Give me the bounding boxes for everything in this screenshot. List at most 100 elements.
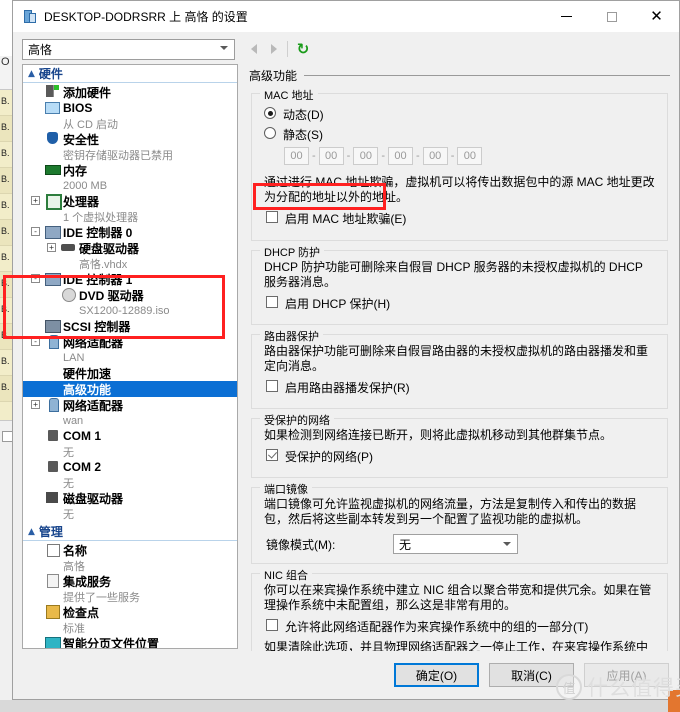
nic-teaming-label: 允许将此网络适配器作为来宾操作系统中的组的一部分(T) (285, 620, 589, 634)
tree-item-com-1[interactable]: COM 1 无 (23, 428, 237, 459)
tree-item-memory[interactable]: 内存 2000 MB (23, 162, 237, 193)
tree-section-management[interactable]: ▲ 管理 (23, 523, 237, 541)
mac-octet-4[interactable]: 00 (388, 147, 414, 165)
expander-toggle[interactable]: + (31, 196, 40, 205)
router-guard-group: 路由器保护 路由器保护功能可删除来自假冒路由器的未授权虚拟机的路由器播发和重定向… (251, 328, 668, 409)
expander-toggle[interactable]: + (31, 400, 40, 409)
expander-toggle[interactable]: - (31, 227, 40, 236)
tree-item-label: COM 1 (63, 429, 102, 443)
mac-dynamic-label: 动态(D) (283, 108, 324, 122)
chevron-up-icon: ▲ (28, 68, 35, 79)
tree-item-label: 硬件加速 (63, 366, 112, 381)
tree-item-hardware-acceleration[interactable]: 硬件加速 (23, 365, 237, 381)
group-title: 路由器保护 (260, 328, 323, 344)
tree-item-advanced-features[interactable]: 高级功能 (23, 381, 237, 397)
tree-item-dvd-drive[interactable]: DVD 驱动器 SX1200-12889.iso (23, 287, 237, 318)
back-button[interactable] (244, 38, 264, 60)
checkbox-icon (266, 619, 278, 631)
vm-selector-dropdown[interactable]: 高恪 (22, 38, 235, 60)
tree-item-ide-controller-0[interactable]: - IDE 控制器 0 (23, 224, 237, 240)
mac-static-radio[interactable]: 静态(S) (262, 126, 657, 143)
mac-octet-1[interactable]: 00 (284, 147, 309, 165)
mac-separator: - (416, 150, 420, 162)
mac-octet-2[interactable]: 00 (318, 147, 344, 165)
tree-item-hard-drive[interactable]: + 硬盘驱动器 高恪.vhdx (23, 240, 237, 271)
tree-item-sublabel: 无 (63, 446, 74, 459)
tree-item-integration-services[interactable]: 集成服务 提供了一些服务 (23, 573, 237, 604)
tree-item-sublabel: 密钥存储驱动器已禁用 (63, 149, 173, 162)
maximize-button[interactable] (589, 2, 634, 32)
tree-item-network-adapter-wan[interactable]: + 网络适配器 wan (23, 397, 237, 428)
protected-network-label: 受保护的网络(P) (285, 450, 373, 464)
mac-static-label: 静态(S) (283, 128, 323, 142)
expander-toggle[interactable]: - (31, 337, 40, 346)
tree-item-sublabel: 标准 (63, 622, 85, 635)
mac-separator: - (381, 150, 386, 162)
mac-separator: - (450, 150, 455, 162)
mac-octet-fields: 00 - 00 - 00 - 00 - 00 - 00 (284, 147, 657, 165)
close-icon[interactable]: ✕ (634, 2, 679, 32)
dhcp-guard-checkbox[interactable]: 启用 DHCP 保护(H) (262, 295, 657, 312)
tree-item-add-hardware[interactable]: 添加硬件 (23, 84, 237, 100)
nic-teaming-checkbox[interactable]: 允许将此网络适配器作为来宾操作系统中的组的一部分(T) (262, 618, 657, 635)
tree-item-processor[interactable]: + 处理器 1 个虚拟处理器 (23, 193, 237, 224)
title-rule (304, 75, 670, 76)
ok-button[interactable]: 确定(O) (394, 663, 479, 687)
tree-item-scsi-controller[interactable]: SCSI 控制器 (23, 318, 237, 334)
tree-item-label: IDE 控制器 0 (63, 225, 133, 240)
page-title: 高级功能 (249, 69, 298, 83)
tree-item-label: 网络适配器 (63, 398, 124, 413)
mac-spoofing-checkbox[interactable]: 启用 MAC 地址欺骗(E) (262, 210, 657, 227)
tree-item-sublabel: wan (63, 414, 84, 427)
mac-octet-6[interactable]: 00 (457, 147, 483, 165)
checkbox-icon (266, 380, 278, 392)
checkbox-icon (266, 449, 278, 461)
tree-item-label: BIOS (63, 101, 93, 115)
tree-item-sublabel: 无 (63, 477, 74, 490)
dhcp-guard-group: DHCP 防护 DHCP 防护功能可删除来自假冒 DHCP 服务器的未授权虚拟机… (251, 244, 668, 325)
window-title: DESKTOP-DODRSRR 上 高恪 的设置 (44, 10, 248, 24)
mac-dynamic-radio[interactable]: 动态(D) (262, 106, 657, 123)
mirroring-mode-dropdown[interactable]: 无 (393, 534, 518, 554)
mac-octet-5[interactable]: 00 (422, 147, 448, 165)
expander-toggle[interactable]: + (47, 243, 56, 252)
mac-octet-3[interactable]: 00 (353, 147, 379, 165)
tree-item-label: 智能分页文件位置 (63, 636, 160, 649)
tree-item-security[interactable]: 安全性 密钥存储驱动器已禁用 (23, 131, 237, 162)
chevron-down-icon (220, 45, 228, 50)
tree-item-label: 添加硬件 (63, 85, 112, 100)
tree-item-label: 网络适配器 (63, 335, 124, 350)
vm-settings-dialog: DESKTOP-DODRSRR 上 高恪 的设置 ✕ 高恪 ↻ ▲ 硬件 添加硬… (12, 0, 680, 700)
refresh-icon[interactable]: ↻ (293, 38, 313, 60)
tree-item-name[interactable]: 名称 高恪 (23, 542, 237, 573)
forward-button[interactable] (264, 38, 284, 60)
page-title-row: 高级功能 (247, 64, 670, 84)
expander-toggle[interactable]: - (31, 274, 40, 283)
tree-item-label: 名称 (63, 543, 88, 558)
cancel-button[interactable]: 取消(C) (489, 663, 574, 687)
tree-item-sublabel: 高恪.vhdx (79, 258, 128, 271)
tree-item-sublabel: 1 个虚拟处理器 (63, 211, 139, 224)
tree-item-label: 处理器 (63, 194, 100, 209)
tree-item-bios[interactable]: BIOS 从 CD 启动 (23, 100, 237, 131)
protected-network-checkbox[interactable]: 受保护的网络(P) (262, 448, 657, 465)
tree-section-hardware[interactable]: ▲ 硬件 (23, 65, 237, 83)
tree-item-floppy-drive[interactable]: 磁盘驱动器 无 (23, 490, 237, 521)
router-guard-checkbox[interactable]: 启用路由器播发保护(R) (262, 379, 657, 396)
protected-network-description: 如果检测到网络连接已断开，则将此虚拟机移动到其他群集节点。 (264, 428, 613, 442)
tree-item-com-2[interactable]: COM 2 无 (23, 459, 237, 490)
tree-item-network-adapter-lan[interactable]: - 网络适配器 LAN (23, 334, 237, 365)
tree-item-checkpoints[interactable]: 检查点 标准 (23, 604, 237, 635)
settings-tree[interactable]: ▲ 硬件 添加硬件 BIOS 从 CD 启动 安全性 密钥存储驱动器已禁用 内存… (22, 64, 238, 649)
nic-teaming-description: 你可以在来宾操作系统中建立 NIC 组合以聚合带宽和提供冗余。如果在管理操作系统… (264, 583, 652, 612)
minimize-button[interactable] (544, 2, 589, 32)
group-title: DHCP 防护 (260, 244, 325, 260)
tree-item-ide-controller-1[interactable]: - IDE 控制器 1 (23, 271, 237, 287)
tree-item-smart-paging[interactable]: 智能分页文件位置 C:\ProgramData\Microsoft\Window… (23, 635, 237, 649)
tree-item-label: DVD 驱动器 (79, 288, 144, 303)
tree-item-sublabel: 提供了一些服务 (63, 591, 140, 604)
mirroring-mode-label: 镜像模式(M): (266, 537, 336, 552)
dhcp-guard-description: DHCP 防护功能可删除来自假冒 DHCP 服务器的未授权虚拟机的 DHCP 服… (264, 260, 643, 289)
toolbar-separator (287, 41, 288, 57)
group-title: MAC 地址 (260, 87, 318, 103)
